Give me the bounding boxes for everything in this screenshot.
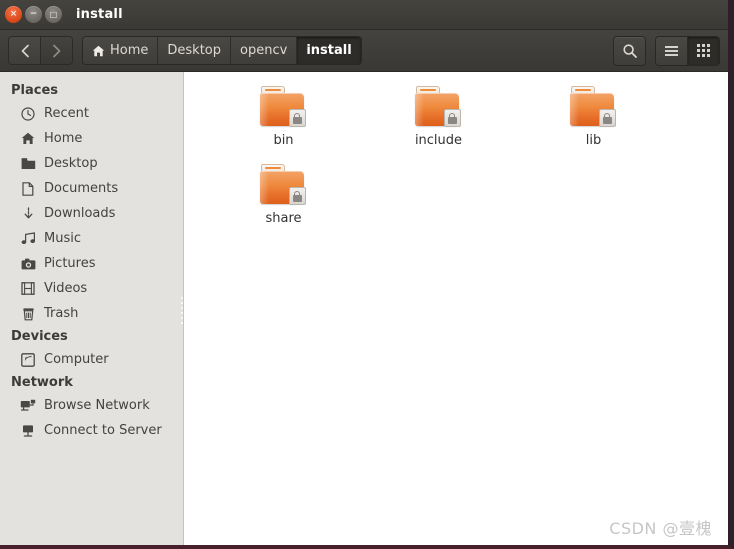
search-icon xyxy=(622,43,637,58)
breadcrumb-label: Desktop xyxy=(167,43,222,58)
sidebar: Places Recent Home Desktop Documents Dow… xyxy=(0,72,184,545)
clock-icon xyxy=(20,106,36,122)
film-icon xyxy=(20,281,36,297)
file-item-lib[interactable]: lib xyxy=(516,86,671,164)
sidebar-item-label: Browse Network xyxy=(44,398,150,413)
file-label: include xyxy=(414,133,463,148)
back-button[interactable] xyxy=(9,37,40,64)
sidebar-item-label: Home xyxy=(44,131,83,146)
sidebar-item-label: Pictures xyxy=(44,256,96,271)
minimize-button[interactable]: − xyxy=(25,6,42,23)
file-item-bin[interactable]: bin xyxy=(206,86,361,164)
watermark: CSDN @壹槐 xyxy=(609,519,712,538)
sidebar-item-recent[interactable]: Recent xyxy=(0,101,183,126)
sidebar-heading-devices: Devices xyxy=(11,329,68,344)
chevron-right-icon xyxy=(52,44,60,57)
window-content: Places Recent Home Desktop Documents Dow… xyxy=(0,72,728,545)
file-label: lib xyxy=(585,133,602,148)
sidebar-item-label: Music xyxy=(44,231,81,246)
sidebar-item-documents[interactable]: Documents xyxy=(0,176,183,201)
trash-icon xyxy=(20,306,36,322)
file-label: bin xyxy=(273,133,294,148)
sidebar-item-music[interactable]: Music xyxy=(0,226,183,251)
sidebar-item-connect-to-server[interactable]: Connect to Server xyxy=(0,418,183,443)
folder-icon xyxy=(20,156,36,172)
sidebar-heading-network: Network xyxy=(11,375,73,390)
sidebar-item-label: Recent xyxy=(44,106,89,121)
title-bar: × − □ install xyxy=(0,0,728,30)
list-view-icon xyxy=(665,45,678,56)
file-manager-window: × − □ install Home Desktop opencv instal… xyxy=(0,0,734,549)
breadcrumb-item-opencv[interactable]: opencv xyxy=(231,37,298,64)
breadcrumb-item-install[interactable]: install xyxy=(297,37,361,64)
breadcrumb-label: install xyxy=(306,43,352,58)
network-icon xyxy=(20,398,36,414)
forward-button[interactable] xyxy=(40,37,72,64)
sidebar-item-label: Downloads xyxy=(44,206,116,221)
sidebar-item-label: Desktop xyxy=(44,156,98,171)
sidebar-item-trash[interactable]: Trash xyxy=(0,301,183,326)
toolbar: Home Desktop opencv install xyxy=(0,30,728,72)
view-toggle-group xyxy=(655,35,720,66)
breadcrumb-item-home[interactable]: Home xyxy=(83,37,159,64)
breadcrumb: Home Desktop opencv install xyxy=(82,36,362,65)
sidebar-item-downloads[interactable]: Downloads xyxy=(0,201,183,226)
sidebar-item-browse-network[interactable]: Browse Network xyxy=(0,393,183,418)
maximize-button[interactable]: □ xyxy=(45,6,62,23)
folder-icon xyxy=(259,164,308,206)
home-icon xyxy=(92,45,105,56)
file-label: share xyxy=(265,211,302,226)
download-icon xyxy=(20,206,36,222)
server-icon xyxy=(20,423,36,439)
lock-icon xyxy=(288,109,306,127)
navigation-buttons xyxy=(8,36,73,65)
music-note-icon xyxy=(20,231,36,247)
close-icon: × xyxy=(9,9,18,19)
document-icon xyxy=(20,181,36,197)
sidebar-item-label: Trash xyxy=(44,306,79,321)
sidebar-item-videos[interactable]: Videos xyxy=(0,276,183,301)
grid-view-button[interactable] xyxy=(688,36,719,65)
breadcrumb-label: opencv xyxy=(240,43,288,58)
sidebar-item-label: Videos xyxy=(44,281,88,296)
sidebar-item-computer[interactable]: Computer xyxy=(0,347,183,372)
search-button[interactable] xyxy=(613,35,646,66)
sidebar-heading-places: Places xyxy=(11,83,59,98)
computer-icon xyxy=(20,352,36,368)
camera-icon xyxy=(20,256,36,272)
folder-icon xyxy=(569,86,618,128)
lock-icon xyxy=(598,109,616,127)
sidebar-item-label: Connect to Server xyxy=(44,423,162,438)
file-list-view[interactable]: bin include lib share CSDN @壹槐 xyxy=(184,72,728,545)
home-icon xyxy=(20,131,36,147)
chevron-left-icon xyxy=(21,44,29,57)
file-item-include[interactable]: include xyxy=(361,86,516,164)
sidebar-item-label: Computer xyxy=(44,352,109,367)
minimize-icon: − xyxy=(29,9,38,19)
folder-icon xyxy=(414,86,463,128)
list-view-button[interactable] xyxy=(656,36,688,65)
sidebar-item-desktop[interactable]: Desktop xyxy=(0,151,183,176)
sidebar-item-pictures[interactable]: Pictures xyxy=(0,251,183,276)
breadcrumb-item-desktop[interactable]: Desktop xyxy=(158,37,232,64)
lock-icon xyxy=(288,187,306,205)
sidebar-item-home[interactable]: Home xyxy=(0,126,183,151)
maximize-icon: □ xyxy=(49,9,58,19)
window-title: install xyxy=(76,7,123,22)
grid-view-icon xyxy=(697,44,710,57)
close-button[interactable]: × xyxy=(5,6,22,23)
folder-icon xyxy=(259,86,308,128)
sidebar-item-label: Documents xyxy=(44,181,119,196)
window-controls: × − □ xyxy=(0,6,62,23)
breadcrumb-label: Home xyxy=(110,43,149,58)
lock-icon xyxy=(443,109,461,127)
file-item-share[interactable]: share xyxy=(206,164,361,242)
